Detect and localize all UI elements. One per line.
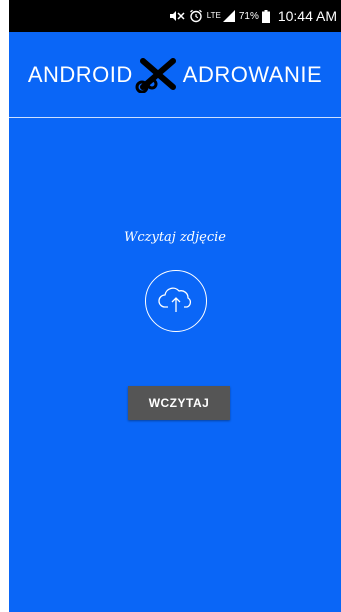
clock: 10:44 AM bbox=[277, 8, 337, 24]
signal-icon bbox=[222, 10, 235, 22]
app-screen: LTE 71% 10:44 AM ANDROID ADROWANIE Wczyt… bbox=[9, 0, 341, 612]
upload-circle[interactable] bbox=[145, 270, 207, 332]
upload-prompt: Wczytaj zdjęcie bbox=[123, 230, 226, 245]
scissors-icon bbox=[135, 57, 181, 93]
title-right: ADROWANIE bbox=[182, 62, 323, 87]
battery-percent: 71% bbox=[238, 10, 259, 22]
header-divider bbox=[9, 117, 341, 118]
battery-icon bbox=[261, 9, 270, 23]
mute-icon bbox=[169, 10, 185, 22]
alarm-icon bbox=[189, 9, 203, 23]
load-button[interactable]: WCZYTAJ bbox=[128, 386, 230, 420]
app-header: ANDROID ADROWANIE bbox=[9, 32, 341, 118]
status-bar: LTE 71% 10:44 AM bbox=[9, 0, 341, 32]
network-type-label: LTE bbox=[206, 11, 221, 20]
title-left: ANDROID bbox=[27, 62, 133, 87]
cloud-upload-icon bbox=[158, 284, 194, 319]
